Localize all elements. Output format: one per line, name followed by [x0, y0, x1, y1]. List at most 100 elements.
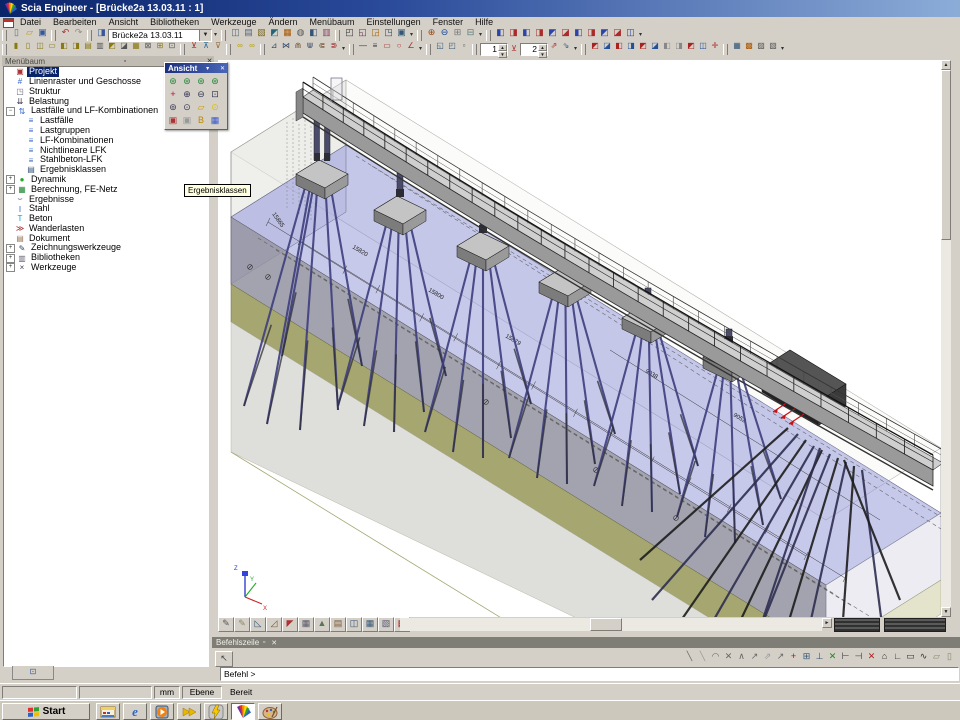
- toolbar-grip[interactable]: [426, 44, 431, 55]
- taskbar-internet-explorer[interactable]: e: [123, 703, 147, 720]
- cut-icon[interactable]: ⊠: [142, 40, 154, 52]
- clipboard-paste-icon[interactable]: ⊟: [464, 26, 477, 38]
- mesh-view-icon[interactable]: ▦: [298, 617, 314, 632]
- plate-icon[interactable]: ▭: [46, 40, 58, 52]
- tree-item-werkzeuge[interactable]: +×Werkzeuge: [4, 263, 208, 273]
- scroll-down-icon[interactable]: [941, 607, 951, 617]
- gallery-add-icon[interactable]: ▩: [743, 40, 755, 52]
- result-class-icon[interactable]: ◫: [697, 40, 709, 52]
- view-saved-2-icon[interactable]: ◫: [624, 26, 637, 38]
- triangle-ruler-icon[interactable]: ◺: [250, 617, 266, 632]
- view-bottom-icon[interactable]: ◪: [559, 26, 572, 38]
- toolbar-grip[interactable]: [221, 30, 226, 41]
- activity-spinner[interactable]: [480, 43, 508, 56]
- overflow-menu-icon[interactable]: [572, 43, 579, 55]
- activity-window-icon[interactable]: ◨: [95, 26, 108, 38]
- expand-icon[interactable]: +: [6, 185, 15, 194]
- view-saved-1-icon[interactable]: ◪: [611, 26, 624, 38]
- mesh-element-icon[interactable]: ▦: [130, 40, 142, 52]
- expand-icon[interactable]: +: [6, 175, 15, 184]
- view-palette-header[interactable]: Ansicht ▾: [165, 63, 227, 73]
- rectangle-tool-icon[interactable]: ▭: [381, 40, 393, 52]
- view-front-icon[interactable]: ◧: [494, 26, 507, 38]
- render-mode-2-icon[interactable]: ▧: [767, 40, 779, 52]
- toolbar-grip[interactable]: [486, 30, 491, 41]
- clipping-box-icon[interactable]: ▱: [194, 101, 208, 114]
- result-deformation-icon[interactable]: ◩: [589, 40, 601, 52]
- column-icon[interactable]: ▯: [22, 40, 34, 52]
- zoom-out-icon[interactable]: ⊖: [194, 88, 208, 101]
- commandline-toggle-icon[interactable]: ▯: [943, 650, 956, 663]
- toolbar-grip[interactable]: [472, 44, 477, 55]
- pin-icon[interactable]: [259, 639, 269, 646]
- zoom-all-icon[interactable]: ⊚: [166, 101, 180, 114]
- link-icon[interactable]: ⊕: [425, 26, 438, 38]
- cursor-snap-icon[interactable]: +: [787, 650, 800, 663]
- scroll-right-icon[interactable]: [822, 618, 832, 628]
- view-right-icon[interactable]: ◨: [533, 26, 546, 38]
- layer-spinner-value[interactable]: [521, 44, 538, 55]
- hatch-view-icon[interactable]: ▧: [378, 617, 394, 632]
- tree-item-berechnung-fe-netz[interactable]: +▦Berechnung, FE-Netz: [4, 185, 208, 195]
- expand-icon[interactable]: +: [6, 254, 15, 263]
- check-1-icon[interactable]: ⋐: [316, 40, 328, 52]
- select-pencil-icon[interactable]: ✎: [218, 617, 234, 632]
- pin-icon[interactable]: [121, 58, 130, 65]
- named-view-icon[interactable]: ⇘: [560, 40, 572, 52]
- layer-spinner[interactable]: [520, 43, 548, 56]
- view-settings-icon[interactable]: ▦: [208, 114, 222, 127]
- chevron-down-icon[interactable]: ▾: [203, 65, 212, 72]
- load-panel-icon[interactable]: ⊽: [212, 40, 224, 52]
- snap-vertex-icon[interactable]: ∧: [735, 650, 748, 663]
- select-pencil-alt-icon[interactable]: ✎: [234, 617, 250, 632]
- expand-icon[interactable]: +: [6, 244, 15, 253]
- snap-box-icon[interactable]: ▭: [904, 650, 917, 663]
- books-icon[interactable]: ▤: [330, 617, 346, 632]
- toolbar-grip[interactable]: [581, 44, 586, 55]
- toolbar-grip[interactable]: [417, 30, 422, 41]
- result-combo-icon[interactable]: ◩: [685, 40, 697, 52]
- window-view-icon[interactable]: ◫: [346, 617, 362, 632]
- beam-icon[interactable]: ▮: [10, 40, 22, 52]
- scale-up-icon[interactable]: ⇗: [548, 40, 560, 52]
- toolbar-grip[interactable]: [349, 44, 354, 55]
- result-stress-icon[interactable]: ◩: [637, 40, 649, 52]
- light-icon[interactable]: ⊙: [208, 101, 222, 114]
- toolbar-grip[interactable]: [51, 30, 56, 41]
- result-normal-icon[interactable]: ◨: [625, 40, 637, 52]
- vertical-scroll-thumb[interactable]: [941, 70, 951, 240]
- status-plane[interactable]: Ebene XY: [182, 686, 222, 699]
- view-y-icon[interactable]: ⊛: [180, 75, 194, 88]
- zoom-in-icon[interactable]: ⊕: [180, 88, 194, 101]
- line-tool-icon[interactable]: —: [357, 40, 369, 52]
- paperspace-icon[interactable]: ◧: [307, 26, 320, 38]
- overflow-menu-icon[interactable]: [779, 43, 786, 55]
- snap-line-mid-icon[interactable]: ╲: [696, 650, 709, 663]
- opening-icon[interactable]: ▥: [94, 40, 106, 52]
- undo-icon[interactable]: ↶: [59, 26, 72, 38]
- expand-icon[interactable]: +: [6, 263, 15, 272]
- nav-slider-1[interactable]: [834, 618, 880, 632]
- support-icon[interactable]: ⊻: [188, 40, 200, 52]
- taskbar-paint-palette[interactable]: [258, 703, 282, 720]
- clipboard-copy-icon[interactable]: ⊞: [451, 26, 464, 38]
- hinge-icon[interactable]: ⊼: [200, 40, 212, 52]
- donut-view-icon[interactable]: ◍: [294, 26, 307, 38]
- layer-icon[interactable]: ⊻: [508, 43, 520, 55]
- render-mode-1-icon[interactable]: ▨: [755, 40, 767, 52]
- document-export-icon[interactable]: ▣: [395, 26, 408, 38]
- save-project-icon[interactable]: ▣: [36, 26, 49, 38]
- angle-tool-icon[interactable]: ∠: [405, 40, 417, 52]
- snap-origin-icon[interactable]: ⌂: [878, 650, 891, 663]
- horizontal-scrollbar[interactable]: [400, 618, 822, 631]
- toolbar-grip[interactable]: [723, 44, 728, 55]
- nav-slider-2[interactable]: [884, 618, 946, 632]
- snap-arc-icon[interactable]: ◠: [709, 650, 722, 663]
- solver-icon[interactable]: ⋈: [280, 40, 292, 52]
- close-icon[interactable]: [218, 65, 227, 72]
- view-z-icon[interactable]: ⊛: [194, 75, 208, 88]
- terrain-icon[interactable]: ▲: [314, 617, 330, 632]
- view-axo-2-icon[interactable]: ◨: [585, 26, 598, 38]
- window-cascade-icon[interactable]: ◱: [434, 40, 446, 52]
- export-image-icon[interactable]: ◲: [369, 26, 382, 38]
